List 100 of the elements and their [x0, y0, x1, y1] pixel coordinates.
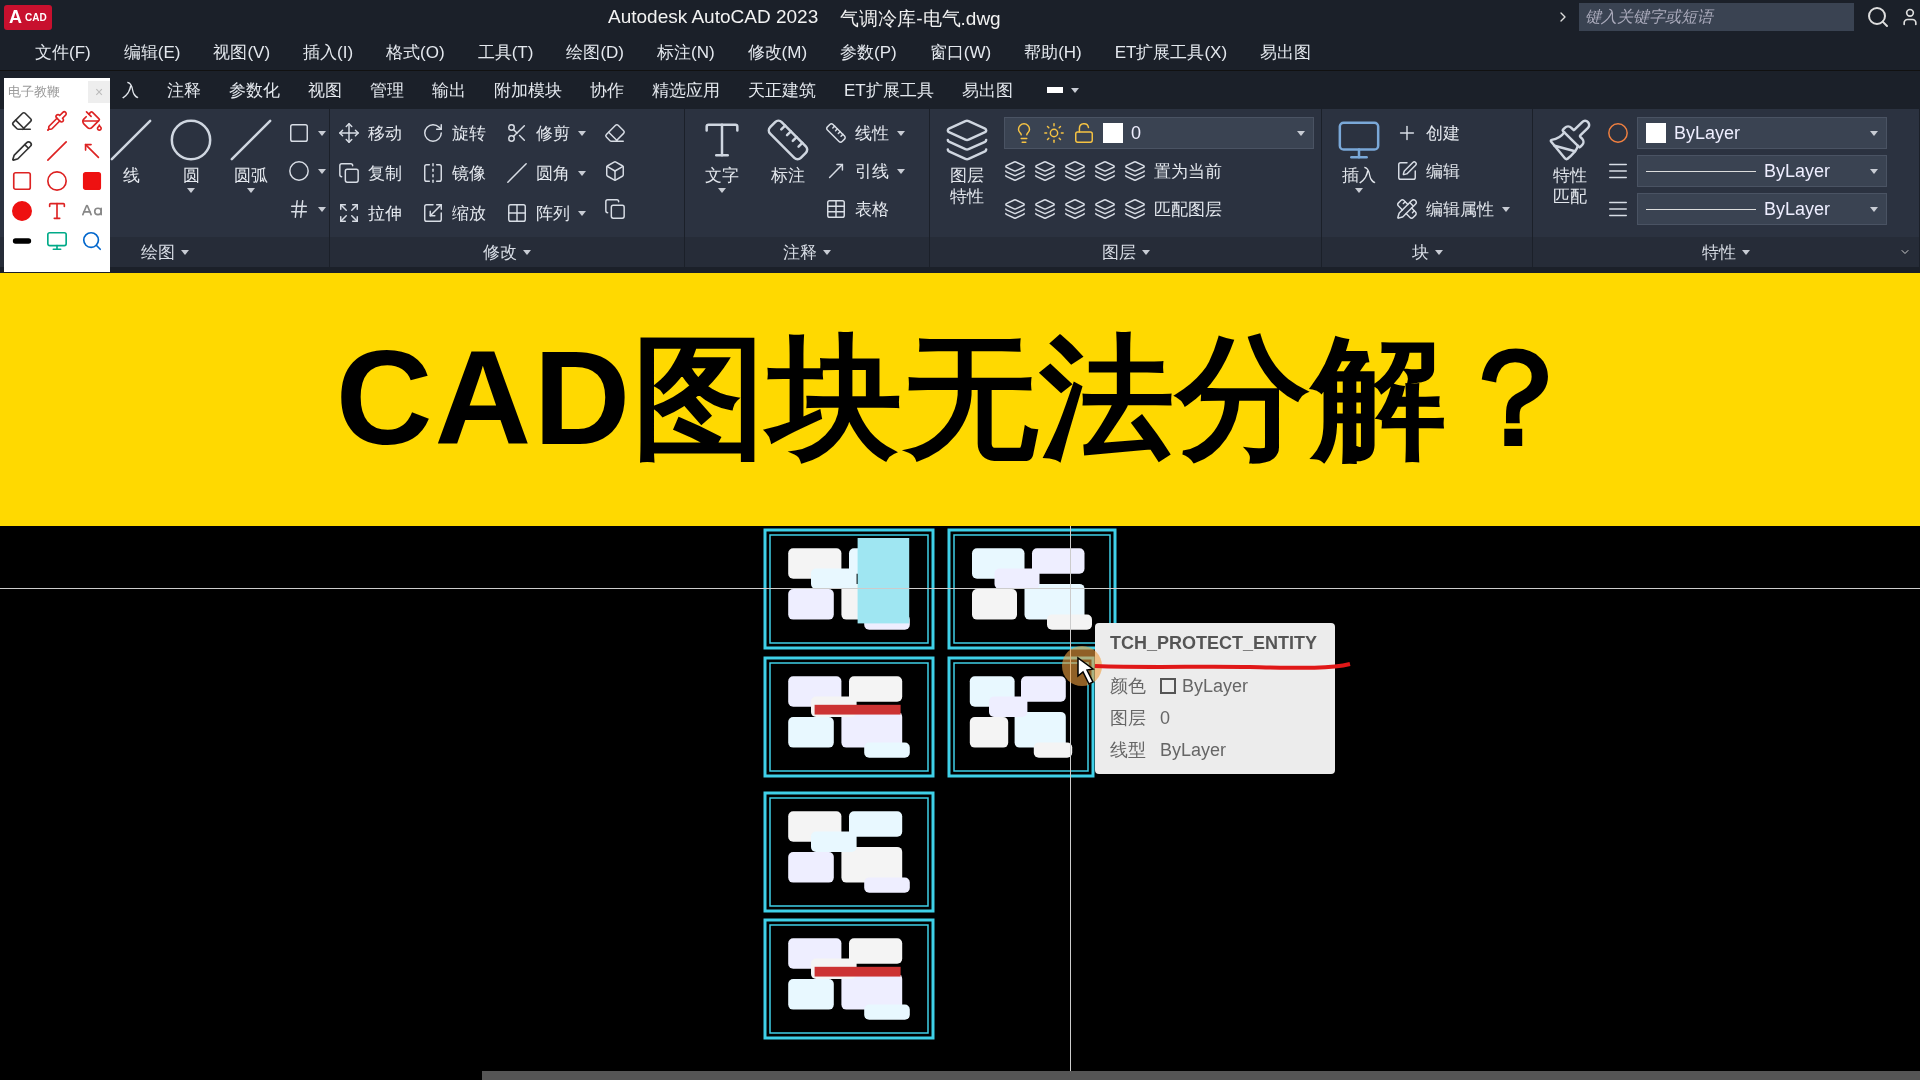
large-tool-button[interactable]: 标注	[759, 117, 817, 237]
ribbon-tab[interactable]: 易出图	[947, 78, 1027, 102]
grid-icon	[506, 202, 528, 224]
property-dropdown[interactable]: ByLayer	[1637, 193, 1887, 225]
tool-button[interactable]: 复制	[338, 157, 402, 189]
tool-button[interactable]: 缩放	[422, 197, 486, 229]
large-tool-button[interactable]: 插入	[1330, 117, 1388, 237]
edit-block-icon	[1396, 160, 1418, 182]
panel-title[interactable]: 特性	[1702, 240, 1736, 264]
copy-icon	[338, 162, 360, 184]
menu-item[interactable]: 编辑(E)	[106, 40, 197, 64]
layers-icon	[944, 117, 990, 163]
panel-title[interactable]: 块	[1411, 240, 1429, 264]
large-tool-button[interactable]: 圆	[168, 117, 214, 237]
layer-tool-icon	[1034, 160, 1056, 182]
filled-ellipse-icon[interactable]	[10, 200, 33, 222]
layer-tool-icon	[1064, 160, 1086, 182]
large-tool-button[interactable]: 图层特性	[938, 117, 996, 237]
line-icon[interactable]	[46, 140, 68, 162]
ribbon-tab[interactable]: 协作	[576, 78, 638, 102]
property-dropdown[interactable]: ByLayer	[1637, 117, 1887, 149]
menu-item[interactable]: 标注(N)	[640, 40, 731, 64]
tool-button[interactable]: 线性	[825, 117, 905, 149]
sun-icon	[1043, 122, 1065, 144]
tool-button[interactable]: 阵列	[506, 197, 586, 229]
scale-icon	[422, 202, 444, 224]
toggle-icon	[1046, 87, 1063, 93]
panel-title[interactable]: 图层	[1101, 240, 1136, 264]
user-icon[interactable]	[1900, 7, 1920, 27]
pipette-icon[interactable]	[46, 110, 68, 132]
menu-item[interactable]: 插入(I)	[286, 40, 370, 64]
mirror-icon	[422, 162, 444, 184]
large-tool-button[interactable]: 圆弧	[228, 117, 274, 237]
lock-icon	[1073, 122, 1095, 144]
toolbar-title: 电子教鞭	[8, 83, 60, 101]
search-icon[interactable]	[1866, 5, 1890, 29]
tool-button[interactable]: 圆角	[506, 157, 586, 189]
large-tool-button[interactable]: 特性匹配	[1541, 117, 1599, 237]
menu-item[interactable]: 帮助(H)	[1007, 40, 1098, 64]
menu-item[interactable]: 工具(T)	[460, 40, 550, 64]
stretch-icon	[338, 202, 360, 224]
filled-rectangle-icon[interactable]	[81, 170, 104, 192]
scroll-bar[interactable]	[482, 1071, 1920, 1080]
tool-button[interactable]: 编辑属性	[1396, 193, 1510, 225]
ribbon-tab[interactable]: 入	[108, 78, 153, 102]
tool-button[interactable]: 拉伸	[338, 197, 402, 229]
tool-button[interactable]: 编辑	[1396, 155, 1510, 187]
tool-button[interactable]: 置为当前	[1124, 155, 1222, 187]
panel-title[interactable]: 修改	[483, 240, 517, 264]
text-tool-icon[interactable]	[46, 200, 68, 222]
ribbon-tab[interactable]: 管理	[356, 78, 418, 102]
tool-button[interactable]: 移动	[338, 117, 402, 149]
ribbon-tab[interactable]: 天正建筑	[734, 78, 830, 102]
paint-bucket-icon[interactable]	[81, 110, 104, 132]
menu-item[interactable]: 窗口(W)	[912, 40, 1008, 64]
scissors-icon	[506, 122, 528, 144]
eraser-icon[interactable]	[10, 110, 33, 132]
color-swatch	[1103, 123, 1123, 143]
property-dropdown[interactable]: ByLayer	[1637, 155, 1887, 187]
tool-button[interactable]: 旋转	[422, 117, 486, 149]
layer-dropdown[interactable]: 0	[1004, 117, 1314, 149]
panel-title[interactable]: 注释	[783, 240, 817, 264]
tool-button[interactable]: 镜像	[422, 157, 486, 189]
menu-item[interactable]: 修改(M)	[730, 40, 824, 64]
ribbon-tab[interactable]: 视图	[294, 78, 356, 102]
tool-button[interactable]: 修剪	[506, 117, 586, 149]
search-field[interactable]: 键入关键字或短语	[1579, 3, 1854, 31]
app-logo[interactable]: A CAD	[4, 4, 52, 30]
menu-item[interactable]: ET扩展工具(X)	[1097, 40, 1244, 64]
menu-item[interactable]: 文件(F)	[18, 40, 107, 64]
cursor-icon	[1077, 656, 1095, 685]
panel-title[interactable]: 绘图	[140, 240, 175, 264]
tool-button[interactable]: 匹配图层	[1124, 193, 1222, 225]
rectangle-icon[interactable]	[10, 170, 33, 192]
menu-item[interactable]: 参数(P)	[823, 40, 913, 64]
color-wheel-icon	[1607, 122, 1629, 144]
pencil-icon[interactable]	[10, 140, 33, 162]
menu-item[interactable]: 格式(O)	[369, 40, 461, 64]
menu-item[interactable]: 视图(V)	[196, 40, 287, 64]
ribbon-tab[interactable]: 参数化	[215, 78, 294, 102]
menu-item[interactable]: 绘图(D)	[549, 40, 640, 64]
menu-item[interactable]: 易出图	[1243, 40, 1328, 64]
file-name: 气调冷库-电气.dwg	[840, 7, 1001, 31]
ribbon-tab[interactable]: 输出	[418, 78, 480, 102]
layer-tool-icon	[1004, 198, 1026, 220]
ribbon-tab[interactable]: 注释	[153, 78, 215, 102]
ellipse-icon[interactable]	[46, 170, 68, 192]
large-tool-button[interactable]: 线	[108, 117, 154, 237]
search-icon[interactable]	[81, 230, 104, 252]
edit-attribute-icon	[1396, 198, 1418, 220]
ribbon-tab[interactable]: 附加模块	[480, 78, 576, 102]
tool-button[interactable]: 创建	[1396, 117, 1510, 149]
ribbon-tab[interactable]: 精选应用	[638, 78, 734, 102]
monitor-icon[interactable]	[46, 230, 68, 252]
tool-button[interactable]: 引线	[825, 155, 905, 187]
layer-tool-icon	[1094, 160, 1116, 182]
large-tool-button[interactable]: 文字	[693, 117, 751, 237]
ribbon-tab[interactable]: ET扩展工具	[830, 78, 948, 102]
move-icon	[338, 122, 360, 144]
tool-button[interactable]: 表格	[825, 193, 905, 225]
